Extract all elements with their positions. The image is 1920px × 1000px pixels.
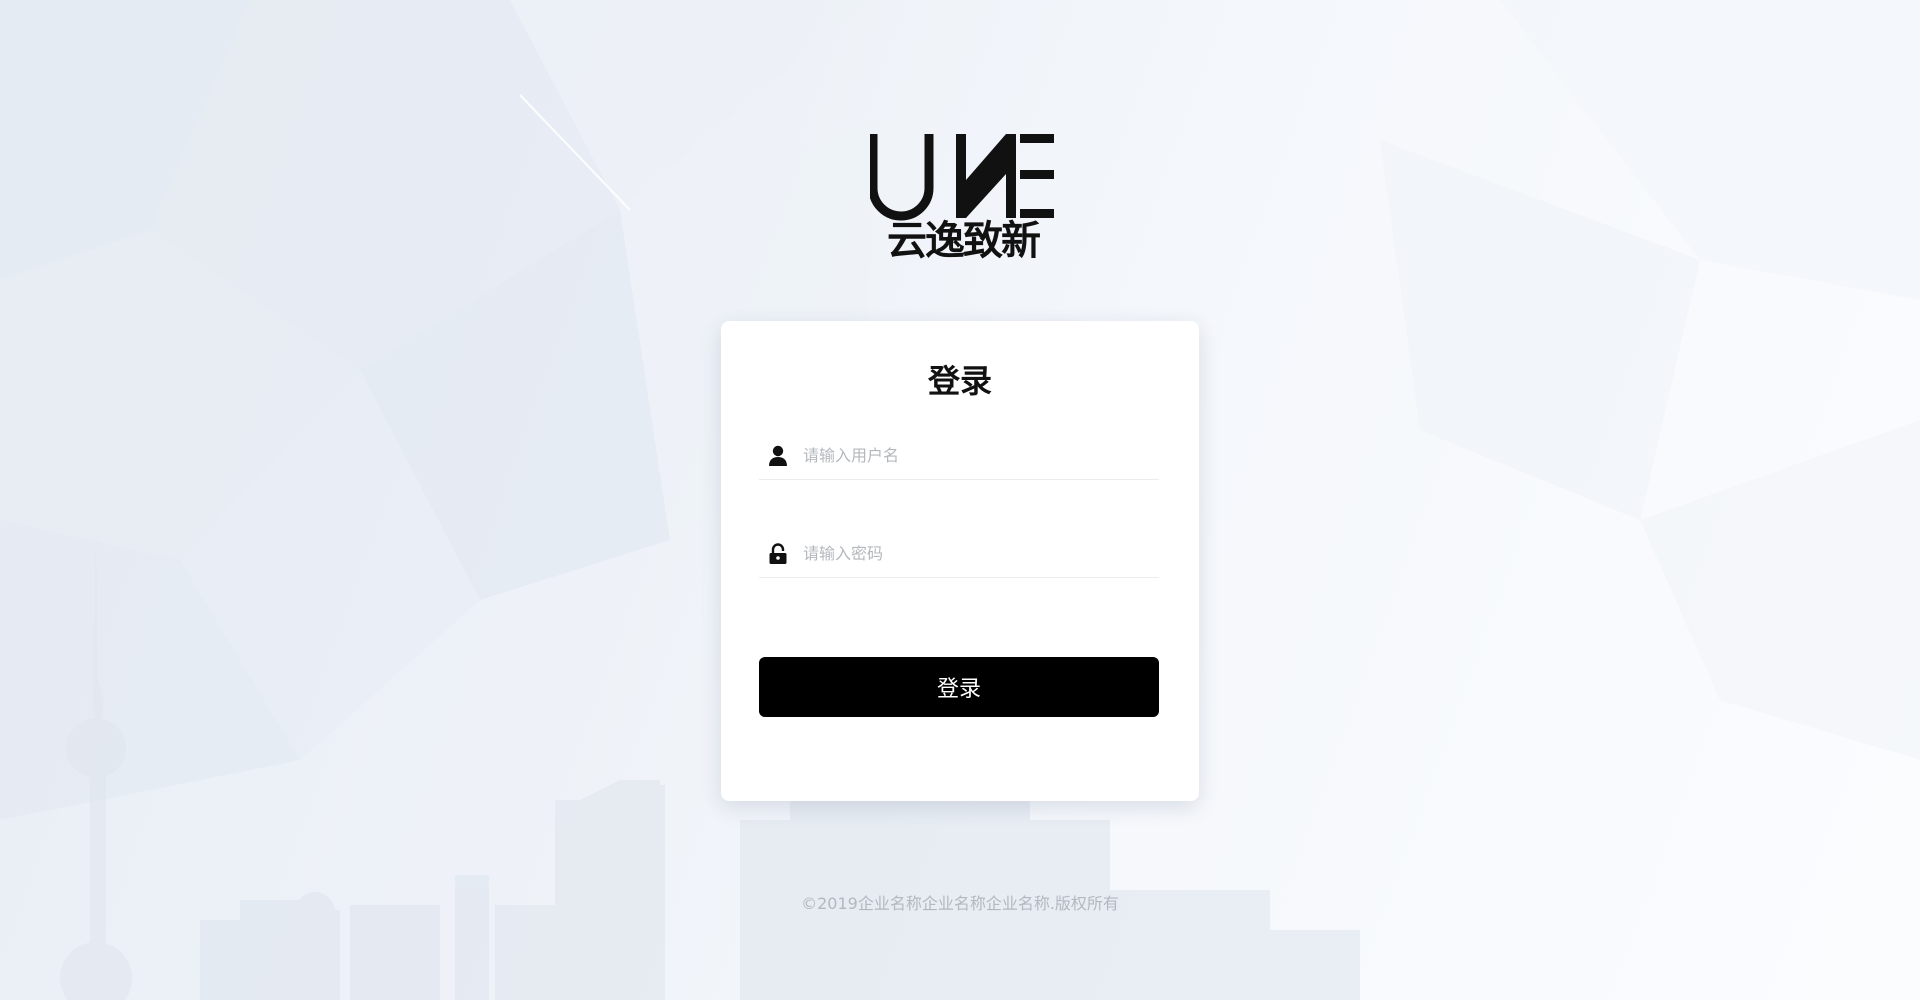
une-logo-mark xyxy=(870,134,1054,221)
copyright-footer: ©2019企业名称企业名称企业名称.版权所有 xyxy=(801,894,1119,913)
password-input[interactable] xyxy=(803,537,1143,569)
username-field xyxy=(759,431,1159,480)
user-icon xyxy=(769,445,787,466)
password-field xyxy=(759,529,1159,578)
lock-icon xyxy=(769,543,787,564)
brand-logo: 云逸致新 xyxy=(870,130,1056,264)
login-title: 登录 xyxy=(927,362,992,400)
login-button[interactable]: 登录 xyxy=(759,657,1159,717)
brand-name-cn: 云逸致新 xyxy=(887,218,1041,264)
username-input[interactable] xyxy=(803,439,1143,471)
login-card: 登录 登录 xyxy=(721,321,1199,801)
